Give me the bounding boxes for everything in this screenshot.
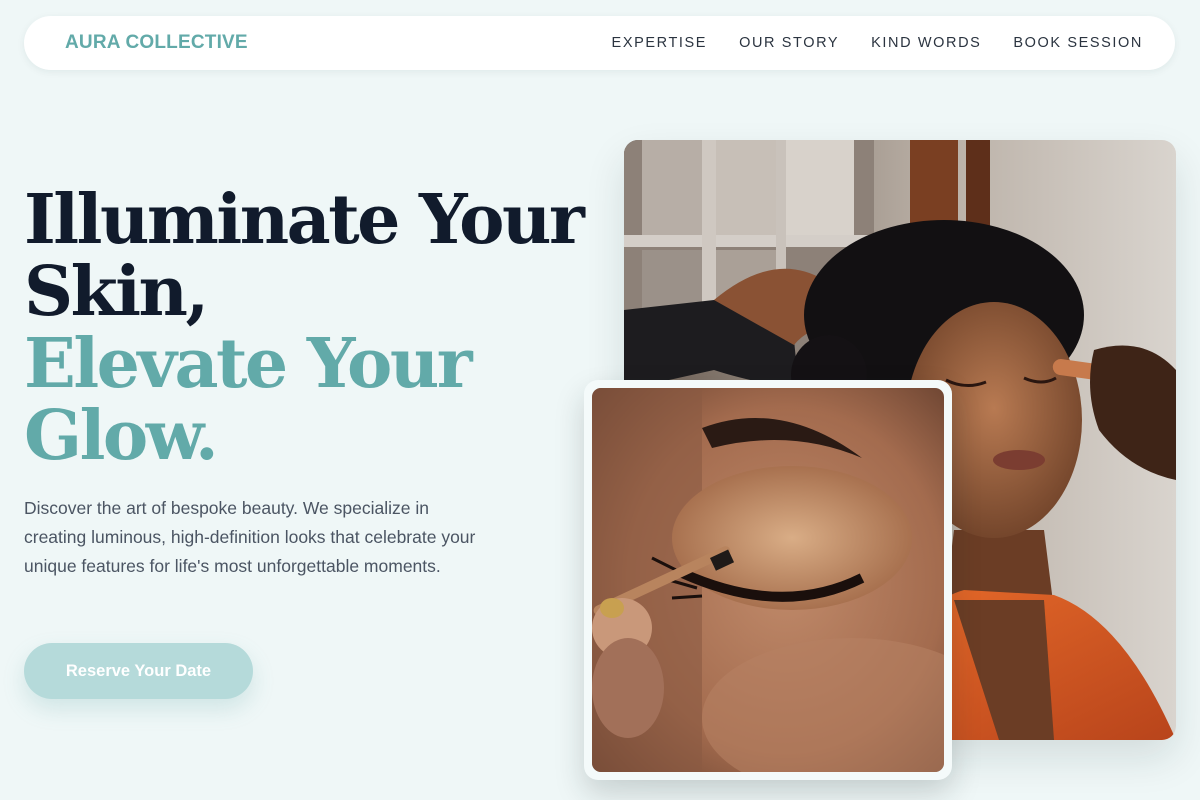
hero-title-line-4: Glow. (24, 396, 219, 476)
nav-link-book-session[interactable]: BOOK SESSION (1013, 35, 1143, 51)
hero-description: Discover the art of bespoke beauty. We s… (24, 498, 476, 576)
nav-link-our-story[interactable]: OUR STORY (739, 35, 839, 51)
brand-logo[interactable]: AURA COLLECTIVE (65, 32, 248, 54)
nav-links: EXPERTISE OUR STORY KIND WORDS BOOK SESS… (612, 35, 1143, 51)
hero-title-line-2: Skin, (24, 252, 209, 332)
hero-title-line-1: Illuminate Your (24, 180, 585, 260)
inset-eye-photo (592, 388, 944, 772)
nav-link-expertise[interactable]: EXPERTISE (612, 35, 708, 51)
hero-title: Illuminate Your Skin, Elevate Your Glow. (24, 180, 585, 476)
reserve-date-button[interactable]: Reserve Your Date (24, 643, 253, 699)
nav-link-kind-words[interactable]: KIND WORDS (871, 35, 981, 51)
top-navbar: AURA COLLECTIVE EXPERTISE OUR STORY KIND… (24, 16, 1175, 70)
hero-title-line-3: Elevate Your (24, 324, 473, 404)
